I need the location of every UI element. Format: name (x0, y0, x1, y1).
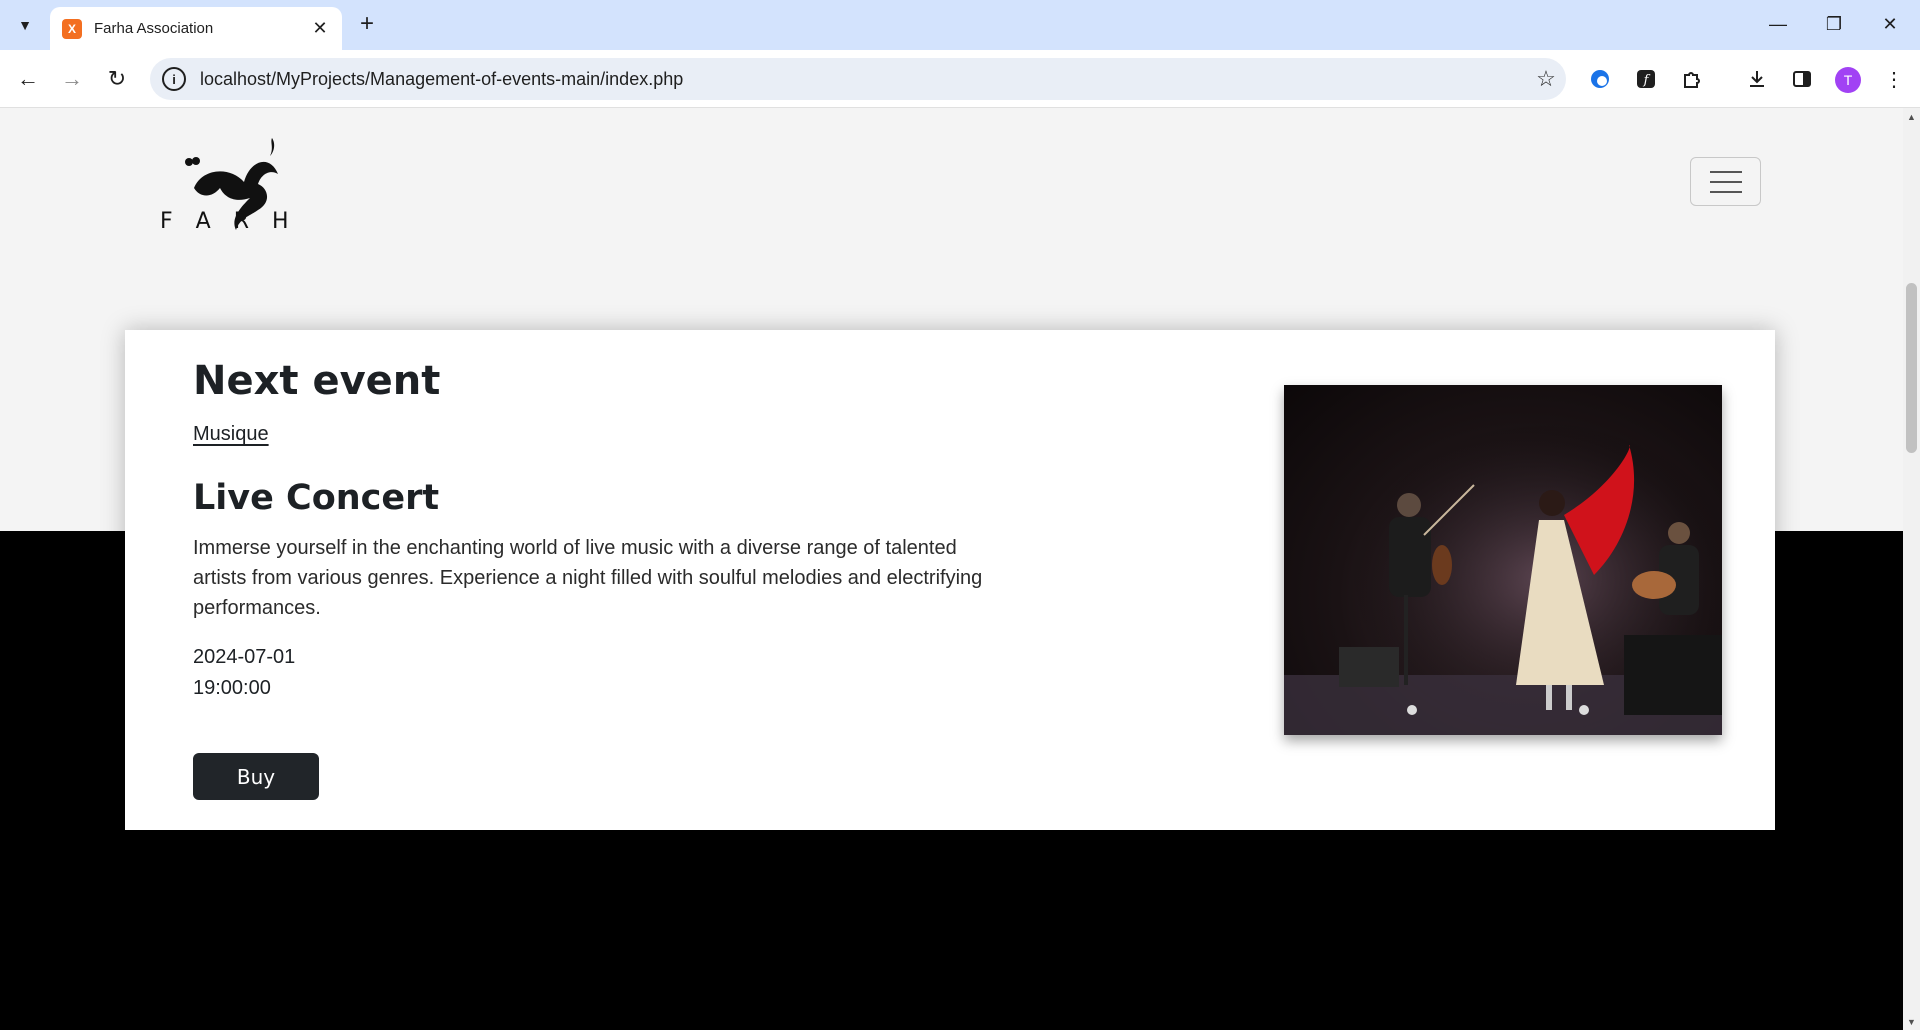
arrow-left-icon: ← (17, 66, 39, 91)
page-scrollbar[interactable]: ▲ ▼ (1903, 108, 1920, 1030)
hamburger-line (1709, 180, 1742, 183)
xampp-favicon-icon: X (62, 18, 82, 39)
scroll-down-arrow-icon[interactable]: ▼ (1903, 1013, 1920, 1030)
forward-button[interactable]: → (56, 63, 88, 95)
bookmark-star-icon[interactable]: ☆ (1526, 66, 1566, 92)
event-photo (1284, 385, 1722, 735)
browser-tab[interactable]: X Farha Association ✕ (50, 7, 342, 50)
tab-title: Farha Association (94, 20, 214, 37)
reload-icon: ↻ (107, 66, 127, 91)
page-content: F A R H A Next event Musique Live Concer… (0, 108, 1903, 1030)
tab-search-button[interactable]: ▼ (10, 10, 40, 40)
hamburger-menu-button[interactable] (1690, 157, 1761, 206)
logo-text: F A R H A (160, 209, 308, 234)
extension-script-icon[interactable]: f (1630, 63, 1662, 95)
farha-logo[interactable]: F A R H A (158, 126, 327, 236)
hamburger-line (1709, 170, 1742, 173)
url-text[interactable]: localhost/MyProjects/Management-of-event… (200, 69, 1526, 90)
event-time: 19:00:00 (193, 677, 271, 699)
restore-button[interactable]: ❐ (1806, 0, 1862, 48)
more-menu-icon[interactable]: ⋮ (1878, 63, 1910, 95)
tab-close-icon[interactable]: ✕ (310, 18, 330, 39)
download-icon[interactable] (1741, 63, 1773, 95)
browser-tab-bar: ▼ X Farha Association ✕ + — ❐ ✕ (0, 0, 1920, 50)
profile-avatar[interactable]: T (1835, 67, 1861, 93)
event-title: Live Concert (193, 478, 440, 518)
scroll-up-arrow-icon[interactable]: ▲ (1903, 108, 1920, 125)
minimize-button[interactable]: — (1750, 0, 1806, 48)
arrow-right-icon: → (61, 66, 83, 91)
site-info-icon[interactable]: i (162, 67, 186, 91)
next-event-heading: Next event (193, 358, 441, 404)
new-tab-button[interactable]: + (352, 9, 382, 39)
extension-edge-icon[interactable] (1584, 63, 1616, 95)
hamburger-line (1709, 190, 1742, 193)
side-panel-icon[interactable] (1786, 63, 1818, 95)
extensions-puzzle-icon[interactable] (1676, 63, 1708, 95)
event-category-link[interactable]: Musique (193, 423, 269, 446)
scrollbar-thumb[interactable] (1906, 283, 1917, 453)
address-bar[interactable]: i localhost/MyProjects/Management-of-eve… (150, 58, 1566, 100)
reload-button[interactable]: ↻ (101, 63, 133, 95)
close-window-button[interactable]: ✕ (1862, 0, 1918, 48)
event-description: Immerse yourself in the enchanting world… (193, 537, 983, 619)
event-date: 2024-07-01 (193, 646, 296, 668)
browser-toolbar: ← → ↻ i localhost/MyProjects/Management-… (0, 50, 1920, 108)
buy-button[interactable]: Buy (193, 753, 319, 800)
next-event-card: Next event Musique Live Concert Immerse … (125, 330, 1775, 830)
chevron-down-icon: ▼ (18, 17, 32, 33)
back-button[interactable]: ← (12, 63, 44, 95)
